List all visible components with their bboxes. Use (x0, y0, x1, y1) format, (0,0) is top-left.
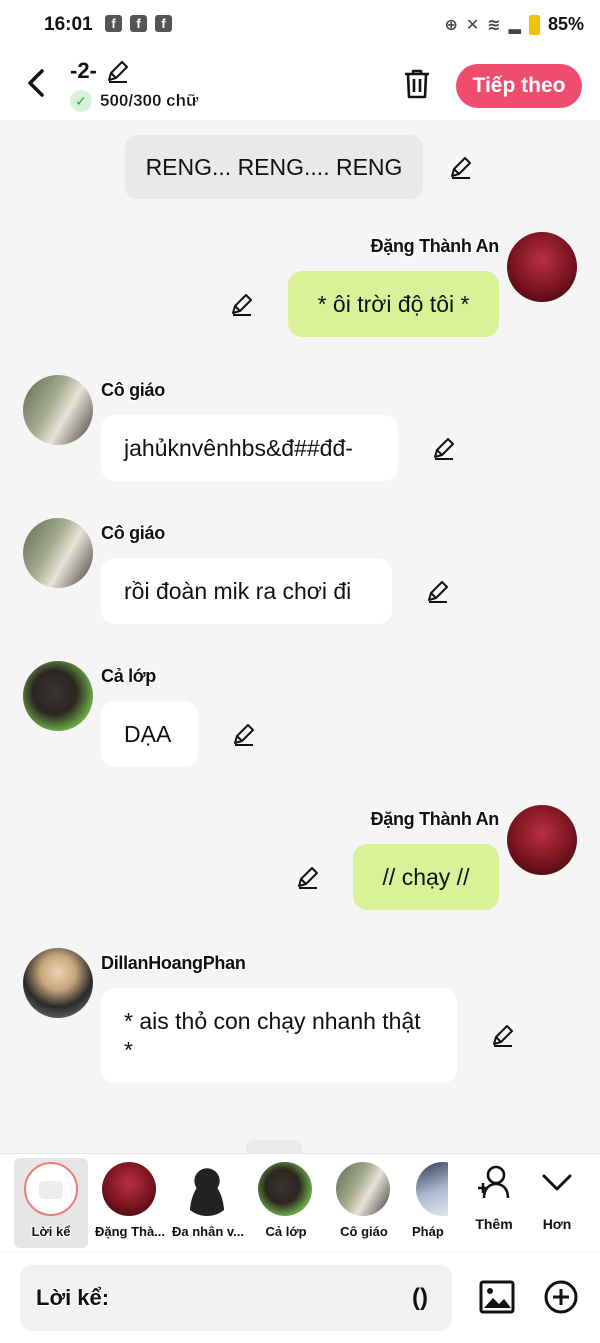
image-button[interactable] (478, 1278, 516, 1316)
facebook-icon: f (155, 15, 172, 32)
status-time: 16:01 (44, 14, 93, 35)
message-bubble[interactable]: * ais thỏ con chạy nhanh thật * (101, 988, 457, 1083)
edit-message-button[interactable] (431, 435, 457, 461)
trash-icon (405, 69, 429, 99)
message-bubble[interactable]: // chạy // (353, 844, 499, 910)
character-label: Cả lớp (265, 1224, 307, 1239)
alarm-icon: ⊕ (444, 16, 458, 34)
message-bubble[interactable]: jahủknvênhbs&đ##đđ- (101, 415, 398, 481)
narration-bubble[interactable]: RENG... RENG.... RENG (125, 135, 423, 199)
sender-name: DillanHoangPhan (101, 953, 246, 973)
more-label: Hơn (542, 1216, 572, 1232)
status-right: ⊕ ✕ ≋ ▂ 85% (444, 14, 584, 35)
pencil-icon (434, 438, 454, 460)
avatar (416, 1162, 448, 1216)
battery-level: 85% (547, 14, 584, 34)
sender-name: Đặng Thành An (370, 809, 500, 829)
notification-icons: f f f (105, 15, 172, 32)
image-icon (479, 1280, 515, 1314)
message-bubble[interactable]: rồi đoàn mik ra chơi đi (101, 558, 392, 624)
title-row: -2- (70, 58, 131, 84)
avatar (102, 1162, 156, 1216)
plus-circle-icon (544, 1280, 578, 1314)
input-label: Lời kể: (36, 1285, 110, 1310)
character-label: Đặng Thà... (94, 1224, 166, 1239)
facebook-icon: f (105, 15, 122, 32)
chevron-left-icon (28, 69, 44, 97)
sender-name: Đặng Thành An (370, 236, 500, 256)
sender-name: Cả lớp (101, 666, 157, 686)
edit-message-button[interactable] (231, 721, 257, 747)
character-phap[interactable]: Pháp (402, 1158, 448, 1248)
pencil-icon (107, 61, 128, 83)
person-icon (180, 1162, 234, 1216)
avatar[interactable] (23, 661, 93, 731)
pencil-icon (234, 724, 254, 746)
edit-message-button[interactable] (490, 1022, 516, 1048)
avatar[interactable] (507, 805, 577, 875)
mute-icon: ✕ (465, 16, 480, 34)
battery-icon (528, 14, 540, 35)
status-bar: 16:01 f f f ⊕ ✕ ≋ ▂ 85% (0, 0, 600, 50)
narration-icon (39, 1181, 63, 1199)
message-bubble[interactable]: DẠA (101, 701, 198, 767)
delete-button[interactable] (402, 68, 432, 100)
character-multi[interactable]: Đa nhân v... (166, 1158, 250, 1248)
pencil-icon (428, 581, 448, 603)
pencil-icon (298, 867, 318, 889)
character-co-giao[interactable]: Cô giáo (322, 1158, 406, 1248)
header: -2- ✓ 500/300 chữ Tiếp theo (0, 50, 600, 120)
character-label: Pháp (412, 1224, 444, 1239)
wifi-icon: ≋ (487, 16, 501, 34)
word-count: ✓ 500/300 chữ (70, 90, 198, 112)
character-label: Đa nhân v... (172, 1224, 244, 1239)
avatar[interactable] (23, 518, 93, 588)
add-label: Thêm (475, 1216, 513, 1232)
narration-input[interactable]: Lời kể: () (20, 1265, 452, 1331)
signal-icon: ▂ (508, 16, 521, 34)
back-button[interactable] (22, 66, 52, 100)
edit-message-button[interactable] (295, 864, 321, 890)
character-label: Cô giáo (340, 1224, 388, 1239)
parenthesis-button[interactable]: () (400, 1279, 440, 1317)
sender-name: Cô giáo (101, 523, 165, 543)
page-title: -2- (70, 58, 97, 83)
character-narrator[interactable]: Lời kể (14, 1158, 88, 1248)
edit-message-button[interactable] (448, 154, 474, 180)
pencil-icon (493, 1025, 513, 1047)
next-button[interactable]: Tiếp theo (456, 64, 582, 108)
avatar[interactable] (23, 948, 93, 1018)
edit-message-button[interactable] (229, 291, 255, 317)
avatar[interactable] (507, 232, 577, 302)
sender-name: Cô giáo (101, 380, 165, 400)
more-button[interactable]: Hơn (527, 1158, 587, 1248)
chevron-down-icon (542, 1174, 572, 1191)
character-label: Lời kể (31, 1224, 71, 1239)
narrator-avatar (24, 1162, 78, 1216)
message-bubble[interactable]: * ôi trời độ tôi * (288, 271, 499, 337)
avatar (258, 1162, 312, 1216)
character-ca-lop[interactable]: Cả lớp (244, 1158, 328, 1248)
check-icon: ✓ (70, 90, 92, 112)
avatar (336, 1162, 390, 1216)
pencil-icon (451, 157, 471, 179)
add-user-icon (478, 1165, 510, 1199)
add-character-button[interactable]: Thêm (464, 1158, 524, 1248)
edit-title-button[interactable] (105, 58, 131, 84)
add-button[interactable] (543, 1279, 579, 1315)
avatar[interactable] (23, 375, 93, 445)
pencil-icon (232, 294, 252, 316)
edit-message-button[interactable] (425, 578, 451, 604)
input-bar: Lời kể: () (0, 1252, 600, 1343)
facebook-icon: f (130, 15, 147, 32)
character-dang-thanh-an[interactable]: Đặng Thà... (88, 1158, 172, 1248)
word-count-label: 500/300 chữ (100, 91, 199, 110)
